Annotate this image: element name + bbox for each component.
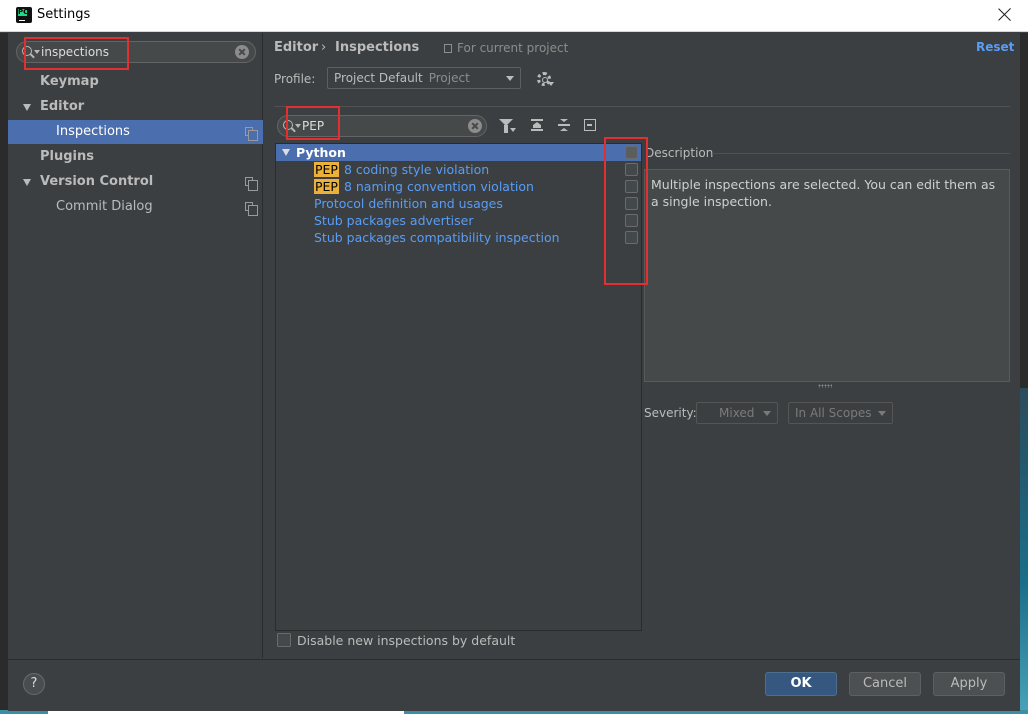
tree-item-text: 8 naming convention violation [339, 179, 534, 194]
sidebar-item-label: Inspections [56, 124, 130, 139]
tree-item-text: 8 coding style violation [339, 162, 490, 177]
apply-button[interactable]: Apply [933, 672, 1005, 696]
tree-item-label: PEP 8 naming convention violation [314, 178, 534, 195]
reset-to-empty-icon[interactable] [584, 119, 596, 131]
search-highlight: PEP [314, 162, 339, 177]
chevron-down-icon [506, 76, 514, 81]
profile-name: Project Default [334, 71, 423, 85]
disable-new-checkbox[interactable] [277, 633, 291, 647]
tree-item-label: Stub packages compatibility inspection [314, 230, 560, 245]
filter-icon[interactable] [499, 119, 513, 133]
collapse-all-icon[interactable] [558, 119, 570, 131]
severity-select[interactable]: Mixed [696, 402, 778, 424]
sidebar-item-plugins[interactable]: Plugins [8, 145, 263, 169]
sidebar-item-commit-dialog[interactable]: Commit Dialog [8, 195, 263, 219]
sidebar-item-label: Keymap [40, 74, 99, 89]
severity-label: Severity: [644, 406, 697, 420]
divider [274, 106, 1010, 107]
profile-label: Profile: [274, 72, 316, 86]
project-scope-icon [245, 202, 258, 216]
tree-group-python[interactable]: Python [276, 144, 641, 161]
chevron-down-icon [878, 411, 886, 416]
tree-item[interactable]: Stub packages advertiser [276, 212, 641, 229]
scope-select[interactable]: In All Scopes [788, 402, 893, 424]
window-title: Settings [37, 7, 91, 22]
filter-menu-arrow-icon[interactable] [510, 128, 516, 132]
reset-link[interactable]: Reset [976, 40, 1014, 54]
search-highlight: PEP [314, 179, 339, 194]
tree-group-label: Python [296, 145, 346, 160]
profile-select[interactable]: Project Default Project [327, 67, 521, 89]
sidebar-item-label: Editor [40, 99, 85, 114]
profile-scope: Project [428, 71, 470, 85]
scope-value: In All Scopes [795, 406, 872, 420]
tree-item[interactable]: PEP 8 naming convention violation [276, 178, 641, 195]
project-scope-icon [444, 44, 452, 53]
tree-item[interactable]: Protocol definition and usages [276, 195, 641, 212]
project-scope-icon [245, 177, 258, 191]
expand-arrow-icon[interactable] [23, 179, 31, 186]
resize-grip-icon[interactable] [818, 384, 832, 388]
breadcrumb-editor[interactable]: Editor [274, 40, 318, 55]
tree-item-label: Stub packages advertiser [314, 213, 474, 228]
breadcrumb-separator: › [321, 40, 327, 55]
description-title: Description [645, 146, 714, 160]
expand-all-icon[interactable] [531, 119, 543, 131]
background-image-strip [1020, 388, 1028, 714]
severity-value: Mixed [719, 406, 755, 420]
pycharm-icon: PC [16, 7, 32, 23]
clear-search-icon[interactable] [235, 45, 249, 59]
sidebar-item-label: Plugins [40, 149, 94, 164]
sidebar-item-editor[interactable]: Editor [8, 95, 263, 119]
description-text: Multiple inspections are selected. You c… [644, 169, 1010, 382]
annotation-box-checkboxes [604, 137, 648, 285]
scope-note-text: For current project [457, 41, 569, 55]
inspection-tree: Python PEP 8 coding style violation PEP … [275, 143, 642, 631]
gear-menu-arrow-icon[interactable] [548, 82, 554, 86]
background-window-left [0, 33, 8, 714]
sidebar-item-label: Commit Dialog [56, 199, 153, 214]
ok-button[interactable]: OK [765, 672, 837, 696]
annotation-box-search [24, 37, 129, 70]
settings-sidebar: Keymap Editor Inspections Plugins Versio… [8, 33, 263, 658]
sidebar-item-keymap[interactable]: Keymap [8, 70, 263, 94]
chevron-down-icon [763, 411, 771, 416]
sidebar-item-inspections[interactable]: Inspections [8, 120, 263, 144]
title-bar: PC Settings [0, 0, 1028, 32]
tree-item[interactable]: PEP 8 coding style violation [276, 161, 641, 178]
disable-new-label[interactable]: Disable new inspections by default [297, 633, 515, 648]
annotation-box-filter [286, 106, 340, 140]
expand-arrow-icon[interactable] [282, 149, 290, 156]
tree-item[interactable]: Stub packages compatibility inspection [276, 229, 641, 246]
sidebar-item-label: Version Control [40, 174, 154, 189]
divider [712, 153, 1010, 154]
close-icon[interactable] [994, 4, 1016, 26]
sidebar-item-version-control[interactable]: Version Control [8, 170, 263, 194]
project-scope-icon [245, 127, 258, 141]
cancel-button[interactable]: Cancel [849, 672, 921, 696]
expand-arrow-icon[interactable] [23, 104, 31, 111]
clear-filter-icon[interactable] [468, 119, 482, 133]
scope-note: For current project [444, 41, 568, 55]
dialog-buttons-bar: ? OK Cancel Apply [8, 659, 1020, 711]
tree-item-label: Protocol definition and usages [314, 196, 503, 211]
help-button[interactable]: ? [23, 673, 45, 695]
breadcrumb-inspections: Inspections [335, 40, 420, 55]
tree-item-label: PEP 8 coding style violation [314, 161, 489, 178]
